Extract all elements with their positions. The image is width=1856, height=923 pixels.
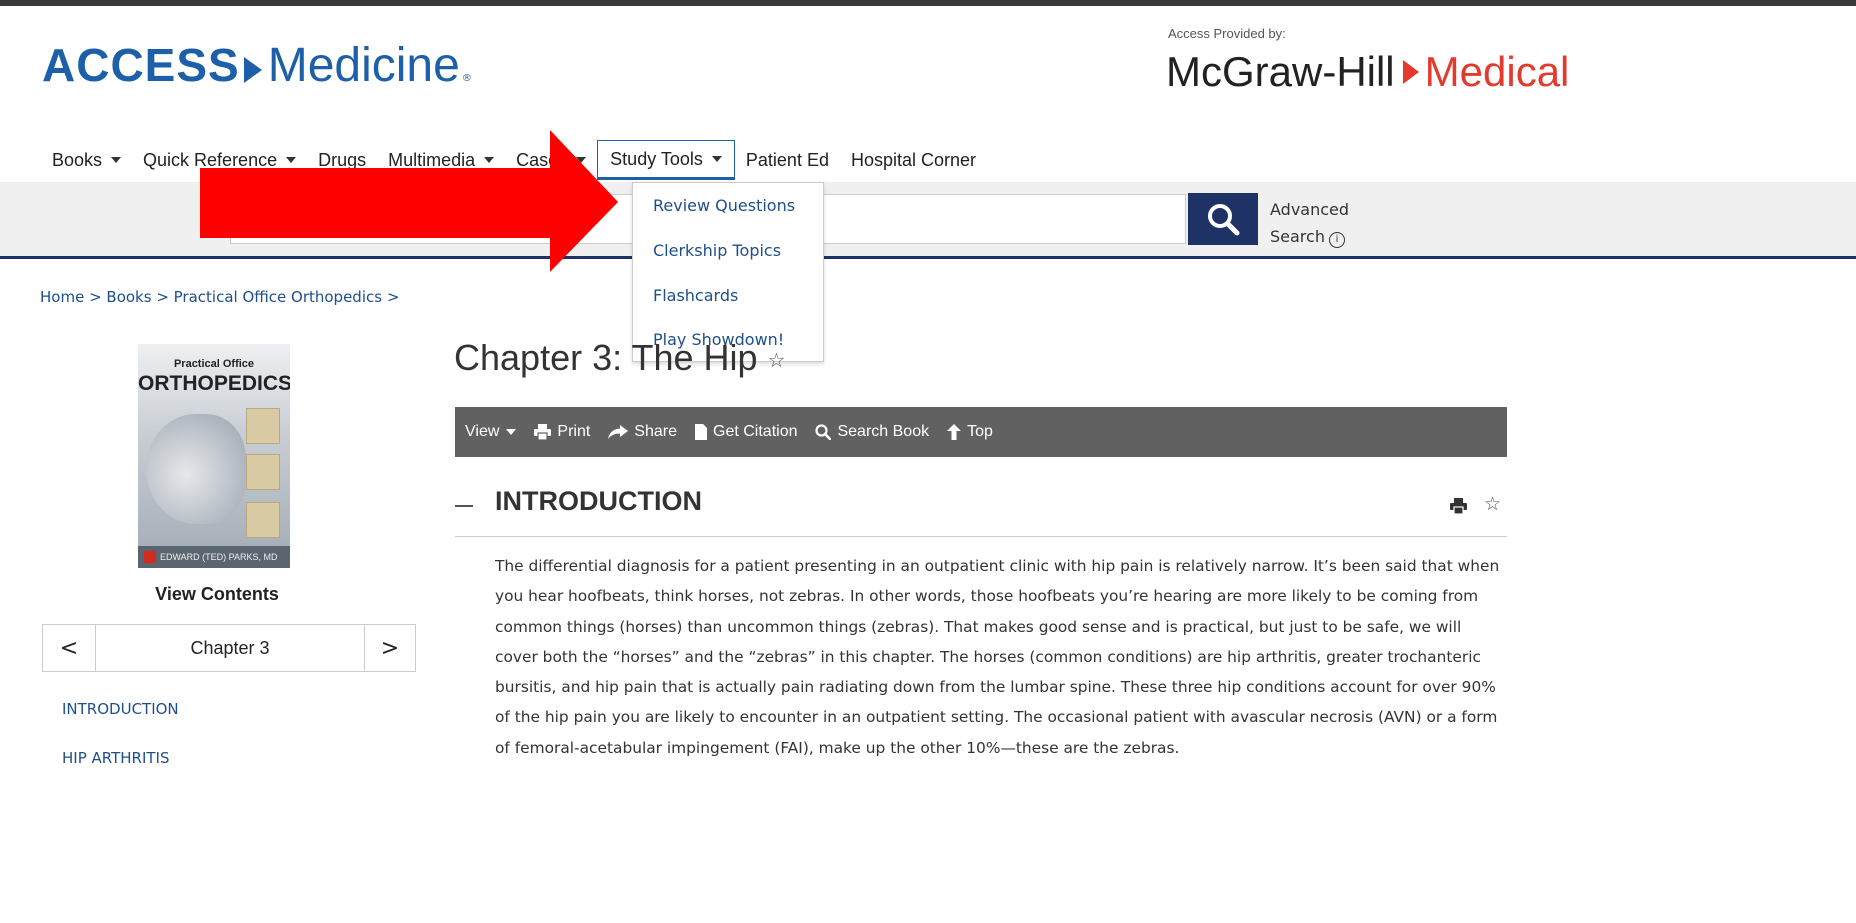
search-book-label: Search Book bbox=[837, 423, 930, 440]
document-icon bbox=[695, 424, 707, 440]
collapse-icon[interactable] bbox=[455, 505, 473, 507]
search-button[interactable] bbox=[1188, 193, 1258, 245]
nav-hospital-corner[interactable]: Hospital Corner bbox=[840, 141, 987, 179]
logo-access-text: ACCESS bbox=[42, 39, 240, 91]
logo-registered-mark: ® bbox=[461, 73, 472, 84]
mh-arrow-icon bbox=[1402, 60, 1419, 84]
view-label: View bbox=[465, 423, 500, 440]
book-cover[interactable]: Practical Office ORTHOPEDICS EDWARD (TED… bbox=[138, 344, 290, 568]
nav-label: Books bbox=[52, 149, 103, 170]
favorite-star-icon[interactable]: ☆ bbox=[768, 350, 786, 372]
citation-label: Get Citation bbox=[713, 423, 798, 440]
dropdown-clerkship-topics[interactable]: Clerkship Topics bbox=[653, 241, 781, 260]
cover-title-small: Practical Office bbox=[173, 358, 255, 370]
dropdown-review-questions[interactable]: Review Questions bbox=[653, 196, 795, 215]
section-print-icon[interactable] bbox=[1450, 498, 1467, 518]
advanced-label: Advanced bbox=[1270, 200, 1350, 219]
print-icon bbox=[534, 424, 552, 440]
chapter-title: Chapter 3: The Hip ☆ bbox=[454, 337, 785, 379]
cover-image-hand bbox=[146, 414, 246, 524]
magnifier-icon bbox=[815, 424, 832, 440]
publisher-logo-icon bbox=[144, 551, 156, 563]
section-star-icon[interactable]: ☆ bbox=[1484, 493, 1501, 515]
search-book-button[interactable]: Search Book bbox=[815, 423, 929, 441]
medical-text: Medical bbox=[1424, 48, 1570, 95]
nav-label: Patient Ed bbox=[745, 149, 829, 170]
caret-down-icon bbox=[711, 156, 722, 162]
mcgraw-hill-text: McGraw-Hill bbox=[1166, 48, 1395, 95]
mcgraw-hill-medical-logo: McGraw-Hill Medical bbox=[1166, 48, 1569, 96]
toc-introduction[interactable]: INTRODUCTION bbox=[62, 700, 179, 718]
toc-hip-arthritis[interactable]: HIP ARTHRITIS bbox=[62, 749, 170, 767]
cover-author: EDWARD (TED) PARKS, MD bbox=[138, 546, 290, 568]
section-header: INTRODUCTION ☆ bbox=[455, 476, 1507, 537]
dropdown-flashcards[interactable]: Flashcards bbox=[653, 286, 738, 305]
prev-chapter-button[interactable]: < bbox=[43, 625, 96, 671]
share-label: Share bbox=[634, 423, 677, 440]
info-icon[interactable]: i bbox=[1328, 232, 1345, 248]
search-label: Search bbox=[1270, 227, 1325, 246]
next-chapter-button[interactable]: > bbox=[364, 625, 415, 671]
caret-down-icon bbox=[111, 157, 122, 163]
arrow-up-icon bbox=[947, 424, 962, 440]
red-arrow-annotation bbox=[200, 130, 618, 272]
cover-image-knee bbox=[246, 408, 280, 444]
top-border bbox=[0, 0, 1856, 6]
accessmedicine-logo[interactable]: ACCESS Medicine ® bbox=[42, 38, 472, 98]
nav-label: Hospital Corner bbox=[850, 149, 977, 170]
breadcrumb[interactable]: Home > Books > Practical Office Orthoped… bbox=[40, 288, 399, 306]
caret-down-icon bbox=[506, 429, 517, 435]
top-label: Top bbox=[967, 423, 993, 440]
share-icon bbox=[608, 425, 629, 439]
access-provided-by: Access Provided by: bbox=[1168, 26, 1286, 41]
logo-medicine-text: Medicine bbox=[267, 39, 460, 92]
advanced-search-link[interactable]: Advanced Search i bbox=[1270, 196, 1349, 250]
view-menu[interactable]: View bbox=[465, 423, 517, 441]
print-button[interactable]: Print bbox=[534, 423, 590, 441]
nav-patient-ed[interactable]: Patient Ed bbox=[735, 141, 840, 179]
search-icon bbox=[1208, 204, 1240, 236]
chapter-title-text: Chapter 3: The Hip bbox=[454, 337, 758, 378]
chapter-nav: < Chapter 3 > bbox=[42, 624, 416, 672]
get-citation-button[interactable]: Get Citation bbox=[695, 423, 797, 441]
share-button[interactable]: Share bbox=[608, 423, 677, 441]
nav-books[interactable]: Books bbox=[52, 141, 132, 179]
top-button[interactable]: Top bbox=[947, 423, 993, 441]
cover-image-ankle bbox=[246, 454, 280, 490]
study-tools-dropdown: Review Questions Clerkship Topics Flashc… bbox=[632, 182, 824, 362]
cover-image-wrist bbox=[246, 502, 280, 538]
logo-arrow-icon bbox=[243, 57, 262, 83]
chapter-label: Chapter 3 bbox=[190, 637, 270, 658]
introduction-paragraph: The differential diagnosis for a patient… bbox=[495, 557, 1500, 757]
cover-title-big: ORTHOPEDICS bbox=[138, 372, 290, 395]
section-title: INTRODUCTION bbox=[495, 486, 702, 516]
view-contents-link[interactable]: View Contents bbox=[112, 584, 322, 605]
chapter-toolbar: View Print Share Get Citation Search Boo… bbox=[455, 407, 1507, 457]
print-label: Print bbox=[557, 423, 591, 440]
nav-label: Study Tools bbox=[610, 148, 703, 169]
